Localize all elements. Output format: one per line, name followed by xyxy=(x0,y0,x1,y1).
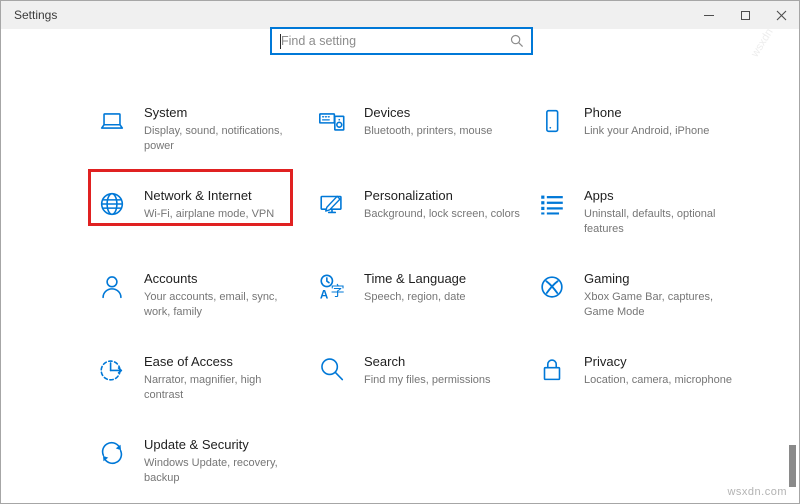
tile-subtitle: Find my files, permissions xyxy=(364,373,522,388)
tile-subtitle: Narrator, magnifier, high contrast xyxy=(144,373,302,403)
apps-icon xyxy=(537,189,567,219)
xbox-icon xyxy=(537,272,567,302)
watermark-diagonal: wsxdn xyxy=(749,27,776,60)
tile-title: Phone xyxy=(584,103,742,121)
tile-title: Search xyxy=(364,352,522,370)
svg-text:字: 字 xyxy=(331,283,345,299)
window-title: Settings xyxy=(1,8,691,22)
tile-title: Devices xyxy=(364,103,522,121)
tile-title: Privacy xyxy=(584,352,742,370)
tile-subtitle: Display, sound, notifications, power xyxy=(144,124,302,154)
tile-apps[interactable]: Apps Uninstall, defaults, optional featu… xyxy=(537,186,742,269)
scrollbar-thumb[interactable] xyxy=(789,445,796,487)
tile-ease-of-access[interactable]: Ease of Access Narrator, magnifier, high… xyxy=(97,352,302,435)
close-icon xyxy=(776,10,787,21)
tile-subtitle: Xbox Game Bar, captures, Game Mode xyxy=(584,290,742,320)
tile-devices[interactable]: Devices Bluetooth, printers, mouse xyxy=(317,103,522,186)
minimize-icon xyxy=(704,15,714,16)
laptop-icon xyxy=(97,106,127,136)
search-input[interactable] xyxy=(272,29,510,53)
tile-system[interactable]: System Display, sound, notifications, po… xyxy=(97,103,302,186)
tile-privacy[interactable]: Privacy Location, camera, microphone xyxy=(537,352,742,435)
tile-title: Time & Language xyxy=(364,269,522,287)
tile-subtitle: Uninstall, defaults, optional features xyxy=(584,207,742,237)
personalization-icon xyxy=(317,189,347,219)
tile-update-security[interactable]: Update & Security Windows Update, recove… xyxy=(97,435,302,504)
lock-icon xyxy=(537,355,567,385)
tile-title: Apps xyxy=(584,186,742,204)
tile-title: Gaming xyxy=(584,269,742,287)
tile-title: System xyxy=(144,103,302,121)
settings-grid: System Display, sound, notifications, po… xyxy=(97,103,777,504)
svg-text:A: A xyxy=(320,289,329,302)
titlebar: Settings xyxy=(1,1,799,29)
tile-title: Network & Internet xyxy=(144,186,302,204)
globe-icon xyxy=(97,189,127,219)
tile-phone[interactable]: Phone Link your Android, iPhone xyxy=(537,103,742,186)
tile-subtitle: Your accounts, email, sync, work, family xyxy=(144,290,302,320)
window-controls xyxy=(691,1,799,29)
minimize-button[interactable] xyxy=(691,1,727,29)
tile-gaming[interactable]: Gaming Xbox Game Bar, captures, Game Mod… xyxy=(537,269,742,352)
tile-title: Update & Security xyxy=(144,435,302,453)
tile-personalization[interactable]: Personalization Background, lock screen,… xyxy=(317,186,522,269)
tile-search[interactable]: Search Find my files, permissions xyxy=(317,352,522,435)
watermark-corner: wsxdn.com xyxy=(727,486,787,498)
maximize-icon xyxy=(741,11,750,20)
search-icon[interactable] xyxy=(510,34,524,48)
tile-subtitle: Link your Android, iPhone xyxy=(584,124,742,139)
search-box xyxy=(270,27,533,55)
tile-title: Ease of Access xyxy=(144,352,302,370)
settings-window: Settings System xyxy=(0,0,800,504)
tile-time-language[interactable]: A字 Time & Language Speech, region, date xyxy=(317,269,522,352)
tile-subtitle: Background, lock screen, colors xyxy=(364,207,522,222)
time-language-icon: A字 xyxy=(317,272,347,302)
person-icon xyxy=(97,272,127,302)
tile-subtitle: Speech, region, date xyxy=(364,290,522,305)
tile-network-internet[interactable]: Network & Internet Wi-Fi, airplane mode,… xyxy=(97,186,302,269)
tile-subtitle: Location, camera, microphone xyxy=(584,373,742,388)
tile-subtitle: Bluetooth, printers, mouse xyxy=(364,124,522,139)
tile-subtitle: Windows Update, recovery, backup xyxy=(144,456,302,486)
text-caret xyxy=(280,34,281,49)
tile-title: Personalization xyxy=(364,186,522,204)
tile-title: Accounts xyxy=(144,269,302,287)
devices-icon xyxy=(317,106,347,136)
update-icon xyxy=(97,438,127,468)
close-button[interactable] xyxy=(763,1,799,29)
tile-accounts[interactable]: Accounts Your accounts, email, sync, wor… xyxy=(97,269,302,352)
maximize-button[interactable] xyxy=(727,1,763,29)
phone-icon xyxy=(537,106,567,136)
ease-of-access-icon xyxy=(97,355,127,385)
magnifier-icon xyxy=(317,355,347,385)
tile-subtitle: Wi-Fi, airplane mode, VPN xyxy=(144,207,302,222)
